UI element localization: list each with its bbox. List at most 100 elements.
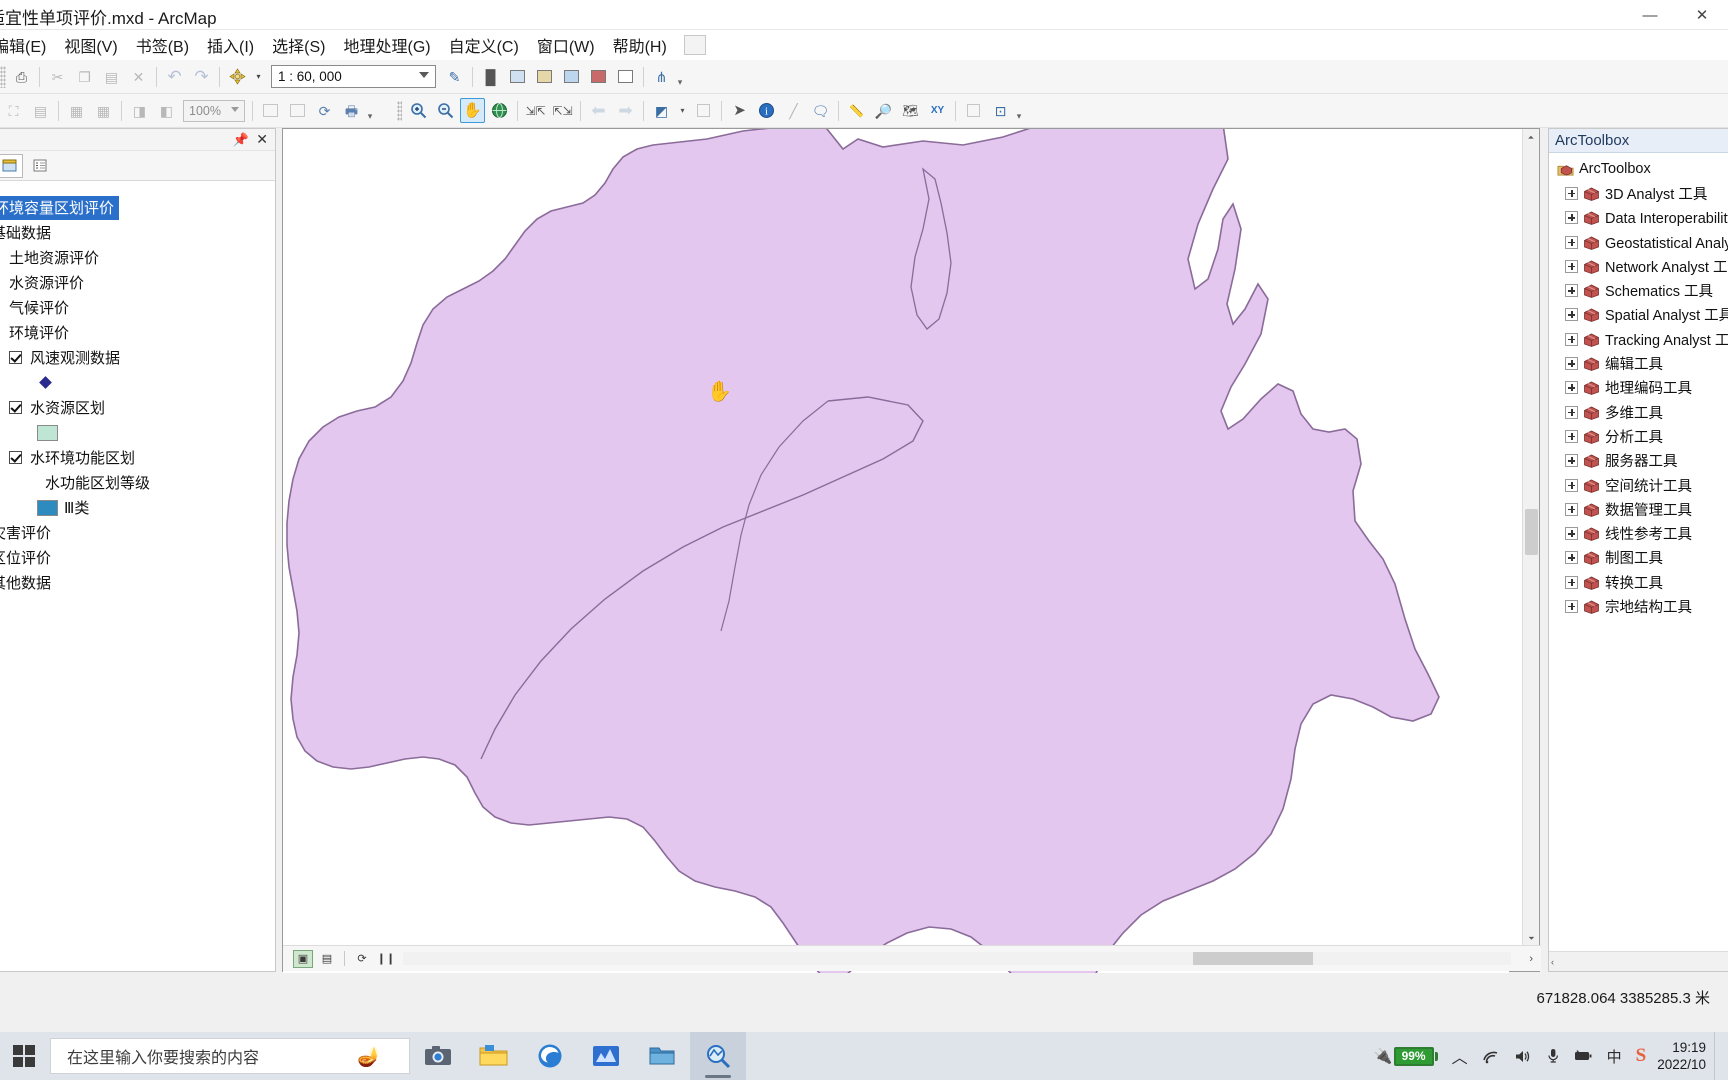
- go-forward-extent-icon[interactable]: ➡: [613, 98, 638, 123]
- menu-overflow-icon[interactable]: [683, 35, 706, 55]
- menu-view[interactable]: 视图(V): [55, 30, 126, 60]
- map-horizontal-scrollbar[interactable]: [403, 952, 1511, 965]
- chevron-down-icon[interactable]: [419, 72, 429, 78]
- taskbar-file-explorer[interactable]: [466, 1032, 522, 1080]
- volume-icon[interactable]: [1507, 1049, 1540, 1064]
- menu-window[interactable]: 窗口(W): [528, 30, 604, 60]
- toolbar-overflow-icon[interactable]: ▾: [1014, 100, 1024, 122]
- arctoolbox-item[interactable]: Spatial Analyst 工具: [1551, 303, 1728, 327]
- taskbar-folder[interactable]: [634, 1032, 690, 1080]
- arctoolbox-item[interactable]: Geostatistical Analyst 工具: [1551, 230, 1728, 254]
- hyperlink-icon[interactable]: ╱: [781, 98, 806, 123]
- select-dropdown-icon[interactable]: ▾: [676, 98, 689, 123]
- arctoolbox-item[interactable]: 编辑工具: [1551, 351, 1728, 375]
- arctoolbox-item[interactable]: 转换工具: [1551, 570, 1728, 594]
- expand-plus-icon[interactable]: [1565, 186, 1578, 200]
- html-popup-icon[interactable]: 🗨: [808, 98, 833, 123]
- pan-icon[interactable]: ✋: [460, 98, 485, 123]
- expand-plus-icon[interactable]: [1565, 527, 1578, 541]
- show-desktop-button[interactable]: [1714, 1032, 1722, 1080]
- arctoolbox-item[interactable]: Tracking Analyst 工具: [1551, 327, 1728, 351]
- arctoolbox-item[interactable]: 宗地结构工具: [1551, 594, 1728, 618]
- pause-drawing-button[interactable]: ❙❙: [376, 950, 396, 968]
- data-view-button[interactable]: ▣: [293, 949, 313, 968]
- show-hidden-icons-chevron-icon[interactable]: ︿: [1445, 1044, 1475, 1068]
- toc-group-item[interactable]: 水功能区划等级: [0, 470, 275, 495]
- microphone-icon[interactable]: [1540, 1048, 1566, 1064]
- expand-plus-icon[interactable]: [1565, 211, 1578, 225]
- arctoolbox-item[interactable]: 制图工具: [1551, 546, 1728, 570]
- python-window-icon[interactable]: [586, 64, 611, 89]
- zoom-out-icon[interactable]: [433, 98, 458, 123]
- toc-symbol-item[interactable]: [0, 420, 275, 445]
- layer-visibility-checkbox[interactable]: [9, 451, 22, 464]
- toc-layer-item[interactable]: 风速观测数据: [0, 345, 275, 370]
- zoom-in-page-icon[interactable]: ▦: [64, 98, 89, 123]
- wifi-icon[interactable]: [1475, 1049, 1507, 1064]
- expand-plus-icon[interactable]: [1565, 454, 1578, 468]
- expand-plus-icon[interactable]: [1565, 235, 1578, 249]
- arctoolbox-root-node[interactable]: ArcToolbox: [1551, 157, 1728, 181]
- arctoolbox-item[interactable]: Network Analyst 工具: [1551, 254, 1728, 278]
- page-zoom-combo[interactable]: 100%: [183, 99, 245, 122]
- arctoolbox-item[interactable]: 地理编码工具: [1551, 376, 1728, 400]
- toolbar-overflow-icon[interactable]: ▾: [365, 100, 375, 122]
- arctoolbox-item[interactable]: 空间统计工具: [1551, 473, 1728, 497]
- map-vertical-scrollbar[interactable]: ⏶ ⏷: [1522, 129, 1539, 947]
- expand-plus-icon[interactable]: [1565, 332, 1578, 346]
- arctoolbox-item[interactable]: 服务器工具: [1551, 449, 1728, 473]
- arctoolbox-item[interactable]: 线性参考工具: [1551, 521, 1728, 545]
- expand-plus-icon[interactable]: [1565, 284, 1578, 298]
- layer-visibility-checkbox[interactable]: [9, 401, 22, 414]
- fixed-zoom-in-icon[interactable]: ⇲⇱: [523, 98, 548, 123]
- map-scale-combo[interactable]: 1 : 60, 000: [271, 65, 436, 88]
- menu-customize[interactable]: 自定义(C): [440, 30, 528, 60]
- delete-icon[interactable]: ✕: [126, 64, 151, 89]
- power-plan-icon[interactable]: [1566, 1049, 1600, 1063]
- arctoolbox-tree[interactable]: ArcToolbox 3D Analyst 工具 Data Interoperabi…: [1549, 153, 1728, 619]
- toc-group-item[interactable]: 基础数据: [0, 220, 275, 245]
- horizontal-scroll-thumb[interactable]: [1193, 952, 1313, 965]
- sogou-input-icon[interactable]: S: [1629, 1045, 1654, 1067]
- zoom-out-page-icon[interactable]: ▦: [91, 98, 116, 123]
- expand-plus-icon[interactable]: [1565, 308, 1578, 322]
- scroll-right-button[interactable]: ›: [1529, 953, 1533, 965]
- list-by-source-tab[interactable]: [27, 154, 53, 178]
- toc-group-item[interactable]: 灾害评价: [0, 520, 275, 545]
- fill-symbol-swatch[interactable]: [37, 424, 58, 441]
- fill-symbol-swatch[interactable]: [37, 499, 58, 516]
- select-features-icon[interactable]: ◩: [649, 98, 674, 123]
- taskbar-arcmap[interactable]: [690, 1032, 746, 1080]
- chevron-down-icon[interactable]: [231, 106, 239, 112]
- toolbar-grip[interactable]: [397, 100, 402, 121]
- arctoolbox-item[interactable]: 分析工具: [1551, 424, 1728, 448]
- measure-icon[interactable]: 📏: [844, 98, 869, 123]
- scroll-left-button[interactable]: ‹: [1551, 957, 1554, 967]
- toc-layer-item[interactable]: 水资源区划: [0, 395, 275, 420]
- scroll-up-button[interactable]: ⏶: [1523, 129, 1539, 146]
- arctoolbox-window-icon[interactable]: [559, 64, 584, 89]
- add-data-dropdown-icon[interactable]: ▾: [252, 64, 265, 89]
- expand-plus-icon[interactable]: [1565, 405, 1578, 419]
- modelbuilder-icon[interactable]: [613, 64, 638, 89]
- print-preview-icon[interactable]: 🖶: [339, 98, 364, 123]
- start-button[interactable]: [0, 1032, 48, 1080]
- expand-plus-icon[interactable]: [1565, 551, 1578, 565]
- toc-dataframe[interactable]: 环境容量区划评价: [0, 195, 275, 220]
- pin-icon[interactable]: 📌: [233, 132, 249, 148]
- toc-symbol-item[interactable]: Ⅲ类: [0, 495, 275, 520]
- table-of-contents-icon[interactable]: ▐▌: [478, 64, 503, 89]
- taskbar-edge[interactable]: [522, 1032, 578, 1080]
- arctoolbox-item[interactable]: Schematics 工具: [1551, 278, 1728, 302]
- refresh-view-icon[interactable]: ⟳: [312, 98, 337, 123]
- layout-view-button[interactable]: ▤: [317, 950, 337, 968]
- expand-plus-icon[interactable]: [1565, 357, 1578, 371]
- cut-icon[interactable]: ✂: [45, 64, 70, 89]
- model-diagram-icon[interactable]: ⋔: [649, 64, 674, 89]
- menu-bookmarks[interactable]: 书签(B): [127, 30, 198, 60]
- menu-insert[interactable]: 插入(I): [198, 30, 263, 60]
- list-by-drawing-order-tab[interactable]: [0, 153, 23, 178]
- expand-plus-icon[interactable]: [1565, 599, 1578, 613]
- previous-page-icon[interactable]: ◨: [127, 98, 152, 123]
- menu-help[interactable]: 帮助(H): [604, 30, 676, 60]
